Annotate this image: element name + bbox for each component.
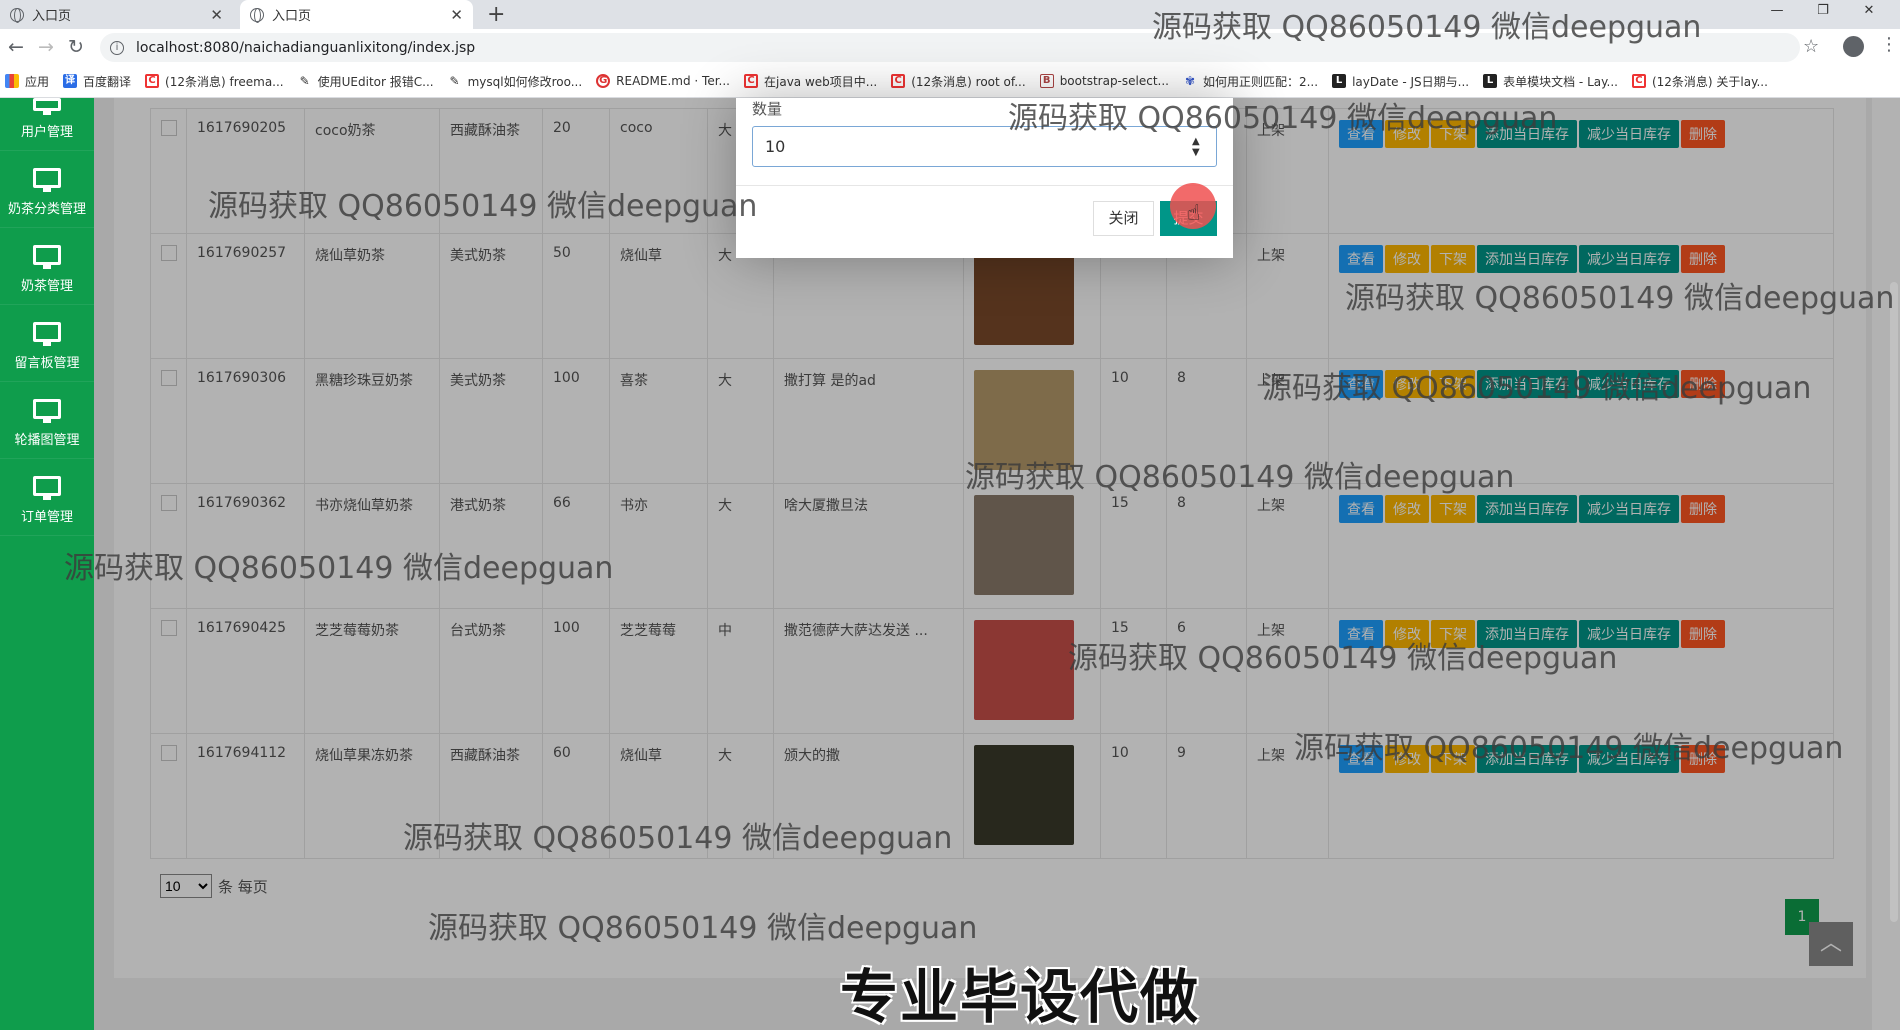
tab-title: 入口页 <box>32 9 72 24</box>
bookmark-label: 在java web项目中... <box>764 74 878 89</box>
divider <box>736 185 1233 186</box>
layui-icon: L <box>1483 74 1498 88</box>
bookmark-item[interactable]: 译百度翻译 <box>63 73 131 90</box>
quantity-dialog: 数量 ▲▼ 关闭 提交 <box>736 98 1233 258</box>
bookmark-item[interactable]: C (12条消息) freema... <box>145 73 284 90</box>
bookmark-item[interactable]: L 表单模块文档 - Lay... <box>1483 73 1618 90</box>
bookmark-label: (12条消息) root of... <box>911 74 1026 89</box>
csdn-icon: C <box>145 74 160 88</box>
bookmark-label: 百度翻译 <box>83 74 132 89</box>
bookmark-label: (12条消息) 关于lay... <box>1651 74 1768 89</box>
bookmark-item[interactable]: ✾ 如何用正则匹配：2... <box>1182 73 1319 90</box>
spinner-icon[interactable]: ▲ ▼ <box>1192 136 1200 158</box>
window-controls: — ❐ ✕ <box>1754 0 1892 29</box>
bookmark-label: layDate - JS日期与... <box>1352 74 1470 89</box>
monitor-icon <box>33 399 61 423</box>
globe-icon <box>250 7 264 23</box>
sidebar: 用户管理 奶茶分类管理 奶茶管理 留言板管理 轮播图管理 订单管理 <box>0 98 94 1030</box>
bookmark-label: bootstrap-select... <box>1059 74 1169 88</box>
bookmark-label: (12条消息) freema... <box>165 74 284 89</box>
close-button[interactable]: 关闭 <box>1093 201 1154 236</box>
monitor-icon <box>33 168 61 192</box>
pen-icon: ✎ <box>297 74 312 88</box>
info-icon[interactable]: i <box>110 40 124 55</box>
monitor-icon <box>33 98 61 115</box>
bookmark-label: mysql如何修改roo... <box>467 74 583 89</box>
forward-icon[interactable]: → <box>38 36 54 58</box>
bookmark-item[interactable]: C 在java web项目中... <box>744 73 877 90</box>
close-icon[interactable]: ✕ <box>450 6 463 24</box>
menu-icon[interactable]: ⋮ <box>1880 34 1898 55</box>
gitee-icon: G <box>596 74 611 88</box>
promo-caption: 专业毕设代做 <box>840 963 1201 1030</box>
paw-icon: ✾ <box>1182 74 1197 88</box>
sidebar-item-tea[interactable]: 奶茶管理 <box>0 228 94 305</box>
csdn-icon: C <box>1631 74 1646 88</box>
url-field[interactable]: i localhost:8080/naichadianguanlixitong/… <box>100 33 1800 62</box>
layui-icon: L <box>1332 74 1347 88</box>
bookmark-item[interactable]: ✎ mysql如何修改roo... <box>447 73 583 90</box>
baidu-translate-icon: 译 <box>63 74 78 88</box>
sidebar-item-carousel[interactable]: 轮播图管理 <box>0 382 94 459</box>
sidebar-item-label: 奶茶管理 <box>20 279 73 294</box>
monitor-icon <box>33 245 61 269</box>
reload-icon[interactable]: ↻ <box>68 36 84 58</box>
bookmark-item[interactable]: LlayDate - JS日期与... <box>1332 73 1469 90</box>
tab-title: 入口页 <box>272 9 312 24</box>
hand-cursor-icon: ☝ <box>1187 201 1201 226</box>
browser-tab-active[interactable]: 入口页 ✕ <box>240 0 473 29</box>
bookmarks-bar: 应用 译百度翻译 C (12条消息) freema... ✎ 使用UEditor 报… <box>0 65 1900 98</box>
url-text: localhost:8080/naichadianguanlixitong/in… <box>136 39 476 56</box>
pen-icon: ✎ <box>447 74 462 88</box>
sidebar-item-messages[interactable]: 留言板管理 <box>0 305 94 382</box>
globe-icon <box>10 7 24 23</box>
scrollbar[interactable] <box>1890 282 1898 922</box>
sidebar-item-users[interactable]: 用户管理 <box>0 98 94 151</box>
monitor-icon <box>33 476 61 500</box>
star-icon[interactable]: ☆ <box>1803 36 1819 57</box>
bookmark-label: 使用UEditor 报错C... <box>317 74 434 89</box>
sidebar-item-label: 奶茶分类管理 <box>7 202 86 217</box>
plus-icon[interactable]: + <box>487 2 505 27</box>
monitor-icon <box>33 322 61 346</box>
sidebar-item-label: 用户管理 <box>20 125 73 140</box>
bootstrap-icon: B <box>1039 74 1054 88</box>
bookmark-item[interactable]: C (12条消息) 关于lay... <box>1631 73 1768 90</box>
bookmark-label: 应用 <box>25 74 50 89</box>
sidebar-item-label: 订单管理 <box>20 510 73 525</box>
sidebar-item-orders[interactable]: 订单管理 <box>0 459 94 536</box>
csdn-icon: C <box>891 74 906 88</box>
sidebar-item-tea-category[interactable]: 奶茶分类管理 <box>0 151 94 228</box>
bookmark-label: 如何用正则匹配：2... <box>1202 74 1319 89</box>
profile-icon[interactable] <box>1843 36 1864 57</box>
bookmark-apps[interactable]: 应用 <box>5 73 49 90</box>
browser-tab[interactable]: 入口页 ✕ <box>0 0 233 29</box>
back-icon[interactable]: ← <box>8 36 24 58</box>
bookmark-item[interactable]: ✎ 使用UEditor 报错C... <box>297 73 434 90</box>
bookmark-item[interactable]: Bbootstrap-select... <box>1039 74 1169 88</box>
bookmark-item[interactable]: C (12条消息) root of... <box>891 73 1026 90</box>
sidebar-item-label: 轮播图管理 <box>14 433 80 448</box>
minimize-icon[interactable]: — <box>1754 0 1800 29</box>
close-icon[interactable]: ✕ <box>210 6 223 24</box>
sidebar-item-label: 留言板管理 <box>14 356 80 371</box>
browser-tab-bar: 入口页 ✕ 入口页 ✕ + — ❐ ✕ <box>0 0 1900 29</box>
address-bar-row: ← → ↻ i localhost:8080/naichadianguanlix… <box>0 29 1900 65</box>
csdn-icon: C <box>744 74 758 88</box>
bookmark-label: README.md · Ter... <box>616 74 730 88</box>
bookmark-item[interactable]: G README.md · Ter... <box>596 74 730 88</box>
bookmark-label: 表单模块文档 - Lay... <box>1503 74 1618 89</box>
quantity-input[interactable] <box>752 126 1217 167</box>
close-icon[interactable]: ✕ <box>1846 0 1892 29</box>
apps-icon <box>5 74 19 88</box>
quantity-label: 数量 <box>752 100 783 118</box>
restore-icon[interactable]: ❐ <box>1800 0 1846 29</box>
